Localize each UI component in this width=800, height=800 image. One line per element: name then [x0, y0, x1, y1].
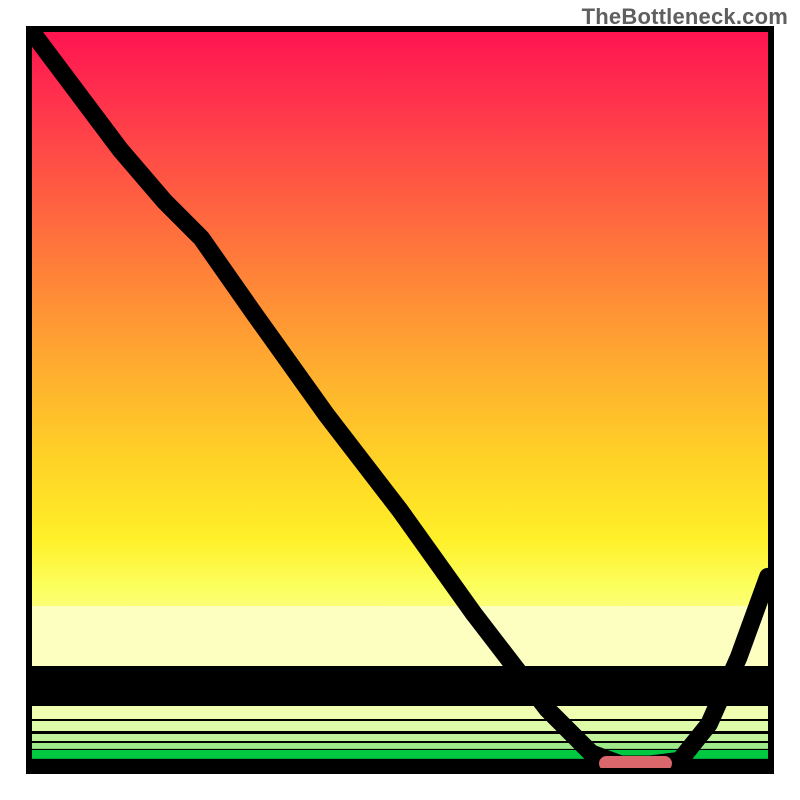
watermark-label: TheBottleneck.com [582, 4, 788, 30]
axes-frame [26, 26, 774, 774]
figure-root: TheBottleneck.com [0, 0, 800, 800]
curve-path [32, 32, 768, 764]
plot-area [32, 32, 768, 768]
bottleneck-curve [32, 32, 768, 768]
optimal-range-marker [599, 756, 673, 768]
